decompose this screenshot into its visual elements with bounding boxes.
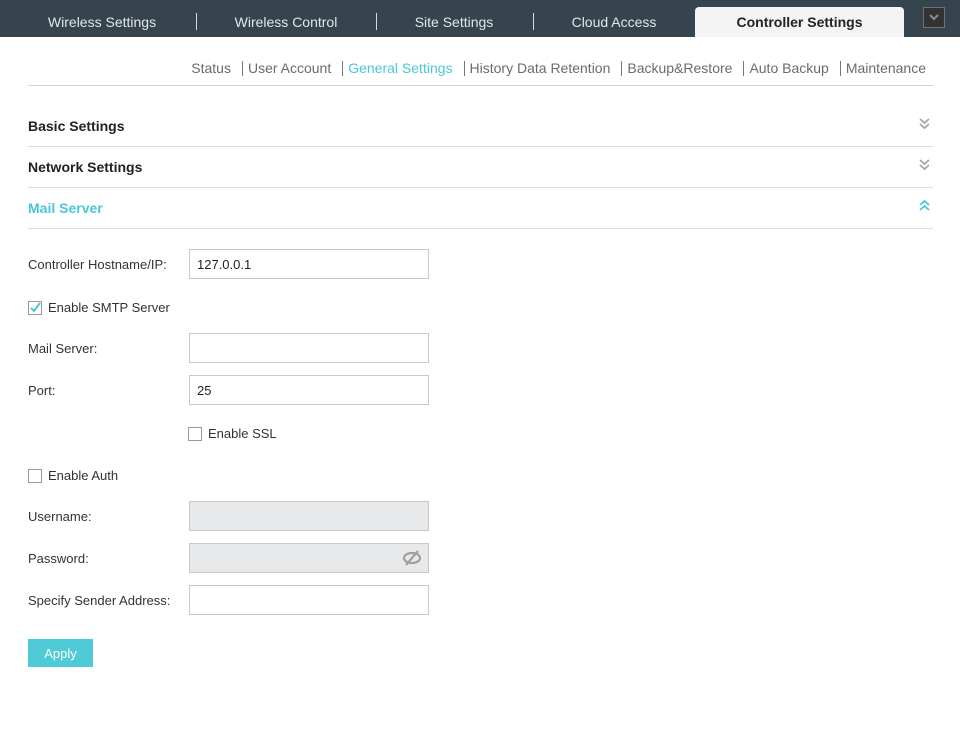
subnav-separator xyxy=(621,60,623,76)
subnav-auto-backup[interactable]: Auto Backup xyxy=(746,60,831,76)
section-network-settings[interactable]: Network Settings xyxy=(28,147,933,188)
eye-slash-icon[interactable] xyxy=(402,550,422,566)
tab-separator xyxy=(533,13,534,30)
sub-navigation: Status User Account General Settings His… xyxy=(28,58,933,86)
tab-site-settings[interactable]: Site Settings xyxy=(390,7,518,37)
enable-smtp-checkbox[interactable]: Enable SMTP Server xyxy=(28,300,170,315)
subnav-history-data-retention[interactable]: History Data Retention xyxy=(467,60,614,76)
chevron-down-icon xyxy=(929,14,939,21)
subnav-separator xyxy=(241,60,243,76)
hostname-label: Controller Hostname/IP: xyxy=(28,257,167,272)
hostname-input[interactable] xyxy=(189,249,429,279)
section-title: Network Settings xyxy=(28,159,143,175)
sender-address-input[interactable] xyxy=(189,585,429,615)
subnav-separator xyxy=(839,60,841,76)
tab-controller-settings[interactable]: Controller Settings xyxy=(695,7,904,37)
tab-wireless-settings[interactable]: Wireless Settings xyxy=(28,7,176,37)
mail-server-label: Mail Server: xyxy=(28,341,98,356)
section-mail-server[interactable]: Mail Server xyxy=(28,188,933,229)
top-navigation-bar: Wireless Settings Wireless Control Site … xyxy=(0,0,960,37)
checkbox-box[interactable] xyxy=(28,468,42,483)
subnav-separator xyxy=(342,60,344,76)
enable-ssl-checkbox[interactable]: Enable SSL xyxy=(188,426,277,441)
subnav-general-settings[interactable]: General Settings xyxy=(345,60,455,76)
port-label: Port: xyxy=(28,383,56,398)
tab-separator xyxy=(376,13,377,30)
tab-cloud-access[interactable]: Cloud Access xyxy=(548,7,680,37)
section-basic-settings[interactable]: Basic Settings xyxy=(28,106,933,147)
tab-separator xyxy=(196,13,197,30)
double-chevron-down-icon xyxy=(919,159,930,171)
subnav-status[interactable]: Status xyxy=(188,60,234,76)
checkmark-icon xyxy=(30,301,41,313)
section-title: Basic Settings xyxy=(28,118,125,134)
checkbox-box[interactable] xyxy=(188,426,202,441)
apply-button[interactable]: Apply xyxy=(28,639,93,667)
password-input[interactable] xyxy=(189,543,429,573)
sender-address-label: Specify Sender Address: xyxy=(28,593,171,608)
double-chevron-down-icon xyxy=(919,118,930,130)
menu-dropdown-button[interactable] xyxy=(923,7,945,28)
checkbox-box[interactable] xyxy=(28,300,42,315)
username-input[interactable] xyxy=(189,501,429,531)
subnav-separator xyxy=(463,60,465,76)
enable-auth-checkbox[interactable]: Enable Auth xyxy=(28,468,118,483)
enable-smtp-label: Enable SMTP Server xyxy=(48,300,170,315)
subnav-user-account[interactable]: User Account xyxy=(245,60,334,76)
section-title: Mail Server xyxy=(28,200,103,216)
subnav-backup-restore[interactable]: Backup&Restore xyxy=(624,60,735,76)
enable-ssl-label: Enable SSL xyxy=(208,426,277,441)
subnav-separator xyxy=(743,60,745,76)
port-input[interactable] xyxy=(189,375,429,405)
password-label: Password: xyxy=(28,551,89,566)
username-label: Username: xyxy=(28,509,92,524)
tab-wireless-control[interactable]: Wireless Control xyxy=(212,7,360,37)
subnav-maintenance[interactable]: Maintenance xyxy=(843,60,929,76)
mail-server-input[interactable] xyxy=(189,333,429,363)
double-chevron-up-icon xyxy=(919,199,930,211)
enable-auth-label: Enable Auth xyxy=(48,468,119,483)
